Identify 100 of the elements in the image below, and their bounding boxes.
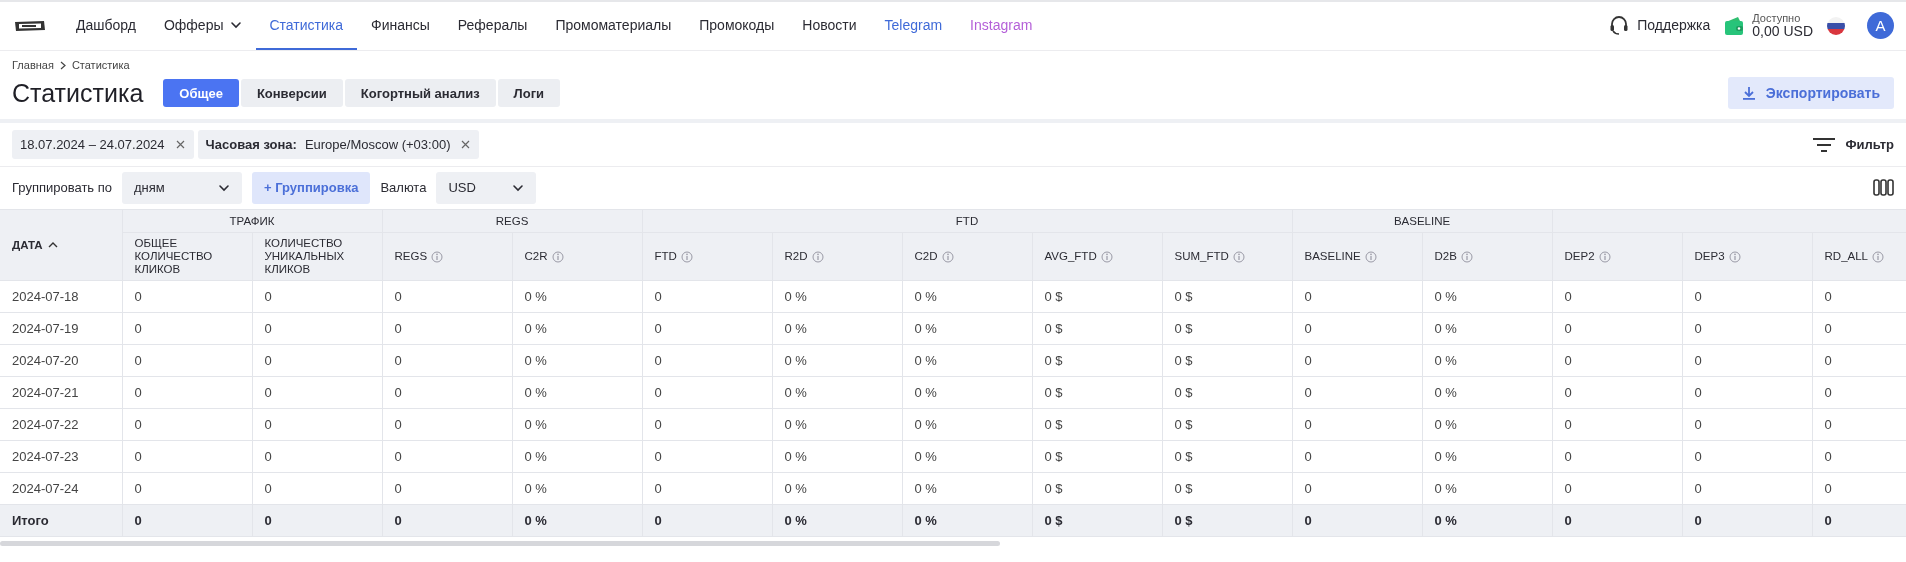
tab[interactable]: Конверсии <box>240 79 343 107</box>
info-icon <box>1100 250 1113 263</box>
close-icon[interactable] <box>460 139 472 150</box>
column-header[interactable]: ОБЩЕЕ КОЛИЧЕСТВО КЛИКОВ <box>122 232 252 281</box>
table-cell: 0 % <box>772 312 902 345</box>
nav-link[interactable]: Финансы <box>357 2 444 50</box>
table-cell: 0 <box>642 312 772 345</box>
download-icon <box>1741 86 1756 100</box>
column-header[interactable]: R2D <box>772 232 902 281</box>
user-avatar[interactable]: A <box>1867 12 1894 40</box>
scrollbar[interactable] <box>0 541 1000 546</box>
total-cell: 0 <box>1682 504 1813 537</box>
total-cell: 0 $ <box>1032 504 1162 537</box>
column-header[interactable]: FTD <box>642 232 772 281</box>
table-cell: 0 <box>1292 472 1423 505</box>
table-cell: 0 <box>122 472 252 505</box>
date-cell: 2024-07-21 <box>0 376 122 409</box>
column-header[interactable]: SUM_FTD <box>1162 232 1293 281</box>
column-group-header: FTD <box>642 209 1293 233</box>
table-cell: 0 % <box>772 280 902 313</box>
nav-link[interactable]: Дашборд <box>62 2 150 50</box>
info-icon <box>1460 250 1473 263</box>
tab[interactable]: Логи <box>497 79 561 107</box>
chip-label: Часовая зона: <box>205 137 297 152</box>
table-cell: 0 % <box>512 376 642 409</box>
column-header[interactable]: C2D <box>902 232 1032 281</box>
info-icon <box>1598 250 1611 263</box>
nav-link[interactable]: Рефералы <box>443 2 542 50</box>
table-cell: 0 % <box>512 440 642 473</box>
column-header[interactable]: RD_ALL <box>1812 232 1906 281</box>
table-cell: 0 % <box>1422 376 1553 409</box>
table-cell: 0 % <box>902 440 1032 473</box>
nav-link[interactable]: Telegram <box>870 2 957 50</box>
total-cell: 0 <box>1812 504 1906 537</box>
column-header[interactable]: AVG_FTD <box>1032 232 1162 281</box>
table-cell: 0 <box>252 472 382 505</box>
table-cell: 0 % <box>1422 344 1553 377</box>
breadcrumb-item[interactable]: Главная <box>12 59 54 71</box>
column-header[interactable]: DEP2 <box>1552 232 1683 281</box>
column-header[interactable]: D2B <box>1422 232 1553 281</box>
nav-link[interactable]: Instagram <box>956 2 1047 50</box>
nav-link[interactable]: Офферы <box>149 2 256 50</box>
table-cell: 0 <box>252 440 382 473</box>
table-cell: 0 <box>122 408 252 441</box>
table-cell: 0 % <box>512 312 642 345</box>
filter-chip[interactable]: 18.07.2024 – 24.07.2024 <box>12 130 194 159</box>
table-cell: 0 <box>1682 280 1813 313</box>
total-cell: 0 <box>252 504 382 537</box>
table-cell: 0 <box>252 376 382 409</box>
table-cell: 0 <box>382 408 512 441</box>
table-cell: 0 % <box>902 376 1032 409</box>
close-icon[interactable] <box>174 139 186 150</box>
nav-link[interactable]: Промокоды <box>685 2 789 50</box>
currency-select[interactable]: USD <box>436 171 537 204</box>
column-header[interactable]: DEP3 <box>1682 232 1813 281</box>
table-cell: 0 $ <box>1032 280 1162 313</box>
column-header[interactable]: КОЛИЧЕСТВО УНИКАЛЬНЫХ КЛИКОВ <box>252 232 382 281</box>
info-icon <box>1872 250 1884 263</box>
nav-link[interactable]: Новости <box>788 2 871 50</box>
table-cell: 0 <box>1682 440 1813 473</box>
nav-link[interactable]: Статистика <box>255 2 358 50</box>
table-cell: 0 <box>1682 376 1813 409</box>
column-header[interactable]: REGS <box>382 232 512 281</box>
export-button[interactable]: Экспортировать <box>1727 77 1894 109</box>
info-icon <box>431 250 444 263</box>
table-cell: 0 $ <box>1162 344 1293 377</box>
total-cell: 0 % <box>902 504 1032 537</box>
table-cell: 0 <box>642 344 772 377</box>
table-cell: 0 <box>1552 344 1683 377</box>
table-cell: 0 <box>122 280 252 313</box>
column-header[interactable]: C2R <box>512 232 642 281</box>
column-header[interactable]: ДАТА <box>0 209 122 281</box>
filter-chip[interactable]: Часовая зона: Europe/Moscow (+03:00) <box>197 130 480 159</box>
nav-link[interactable]: Промоматериалы <box>541 2 686 50</box>
add-grouping-button[interactable]: + Группировка <box>252 171 371 204</box>
tab[interactable]: Общее <box>163 79 239 107</box>
date-cell: 2024-07-22 <box>0 408 122 441</box>
table-cell: 0 $ <box>1162 472 1293 505</box>
info-icon <box>811 250 824 263</box>
flag-icon[interactable] <box>1827 17 1845 35</box>
support-link[interactable]: Поддержка <box>1609 15 1711 37</box>
table-cell: 0 % <box>1422 440 1553 473</box>
table-cell: 0 <box>382 312 512 345</box>
filter-button[interactable]: Фильтр <box>1813 136 1894 153</box>
table-cell: 0 <box>642 408 772 441</box>
chevron-down-icon <box>229 19 242 31</box>
column-header[interactable]: BASELINE <box>1292 232 1423 281</box>
total-cell: 0 <box>122 504 252 537</box>
table-cell: 0 % <box>902 472 1032 505</box>
table-cell: 0 <box>1682 472 1813 505</box>
table-cell: 0 % <box>772 440 902 473</box>
group-by-select[interactable]: дням <box>122 171 242 204</box>
total-cell: 0 <box>1552 504 1683 537</box>
tab[interactable]: Когортный анализ <box>344 79 496 107</box>
headset-icon <box>1609 15 1630 35</box>
balance-amount: 0,00 USD <box>1752 24 1813 40</box>
logo-icon[interactable] <box>14 18 46 34</box>
table-cell: 0 $ <box>1032 408 1162 441</box>
info-icon <box>680 250 693 263</box>
columns-icon[interactable] <box>1873 179 1894 196</box>
